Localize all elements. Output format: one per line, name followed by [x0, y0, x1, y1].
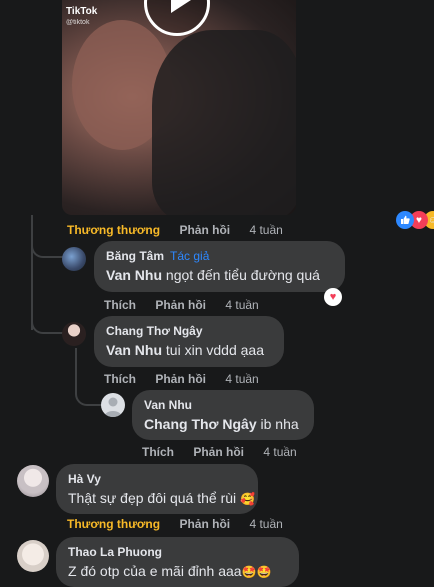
timestamp: 4 tuần [225, 298, 259, 312]
timestamp: 4 tuần [225, 372, 259, 386]
reply-bubble-chang-tho-ngay: Chang Thơ Ngây Van Nhu tui xin vddd ạaa [94, 316, 284, 367]
reply-bubble-bang-tam: Băng Tâm Tác giả Van Nhu ngọt đến tiểu đư… [94, 241, 345, 292]
like-button[interactable]: Thích [104, 372, 136, 386]
comment-text: Van Nhu tui xin vddd ạaa [106, 342, 264, 358]
comment-author[interactable]: Băng Tâm Tác giả [106, 249, 333, 263]
reaction-summary[interactable]: ♥ ☺ [396, 211, 434, 229]
comment-author[interactable]: Van Nhu [144, 398, 302, 412]
like-button[interactable]: Thích [142, 445, 174, 459]
default-avatar-icon[interactable] [101, 393, 125, 417]
comment-text: Thật sự đẹp đôi quá thể rùi 🥰 [68, 490, 255, 506]
reply-actions: Thích Phản hồi 4 tuần [104, 298, 275, 312]
reply-button[interactable]: Phản hồi [155, 298, 206, 312]
like-icon [396, 211, 414, 229]
mention-link[interactable]: Van Nhu [106, 267, 162, 283]
tiktok-watermark: TikTok @tiktok [66, 6, 98, 26]
comment-bubble-thao-la-phuong: Thao La Phuong Z đó otp của e mãi đỉnh a… [56, 537, 299, 587]
mention-link[interactable]: Van Nhu [106, 342, 162, 358]
reply-button[interactable]: Phản hồi [179, 517, 230, 531]
reply-button[interactable]: Phản hồi [155, 372, 206, 386]
comment-author[interactable]: Chang Thơ Ngây [106, 324, 272, 338]
smiling-face-with-hearts-icon: 🥰 [240, 492, 255, 506]
like-button[interactable]: Thích [104, 298, 136, 312]
avatar[interactable] [17, 540, 49, 572]
author-badge: Tác giả [170, 249, 210, 263]
timestamp: 4 tuần [263, 445, 297, 459]
comment-author[interactable]: Hà Vy [68, 472, 246, 486]
avatar[interactable] [62, 322, 86, 346]
avatar[interactable] [62, 247, 86, 271]
video-frame-shadow [152, 30, 296, 215]
comment-author[interactable]: Thao La Phuong [68, 545, 287, 559]
timestamp: 4 tuần [249, 517, 283, 531]
reply-actions: Thích Phản hồi 4 tuần [142, 445, 313, 459]
comment-text: Z đó otp của e mãi đỉnh aaa🤩🤩 [68, 563, 272, 579]
reply-bubble-van-nhu: Van Nhu Chang Thơ Ngây ib nha [132, 390, 314, 440]
comment-video[interactable]: TikTok @tiktok [62, 0, 296, 215]
comment-actions: Thương thương Phản hồi 4 tuần [67, 517, 299, 531]
reply-button[interactable]: Phản hồi [179, 223, 230, 237]
comment-text: Van Nhu ngọt đến tiểu đường quá [106, 267, 320, 283]
thread-line-branch-2 [31, 316, 63, 334]
comment-text: Chang Thơ Ngây ib nha [144, 416, 299, 432]
timestamp: 4 tuần [249, 223, 283, 237]
avatar[interactable] [17, 465, 49, 497]
thread-line-branch-1 [31, 240, 63, 258]
comment-bubble-ha-vy: Hà Vy Thật sự đẹp đôi quá thể rùi 🥰 [56, 464, 258, 514]
top-comment-actions: Thương thương Phản hồi 4 tuần [67, 223, 299, 237]
heart-icon[interactable]: ♥ [324, 288, 342, 306]
reaction-button[interactable]: Thương thương [67, 517, 160, 531]
thread-line-main [31, 215, 33, 330]
star-struck-icon: 🤩🤩 [241, 565, 272, 579]
mention-link[interactable]: Chang Thơ Ngây [144, 416, 257, 432]
reply-button[interactable]: Phản hồi [193, 445, 244, 459]
reaction-button[interactable]: Thương thương [67, 223, 160, 237]
reply-actions: Thích Phản hồi 4 tuần [104, 372, 275, 386]
